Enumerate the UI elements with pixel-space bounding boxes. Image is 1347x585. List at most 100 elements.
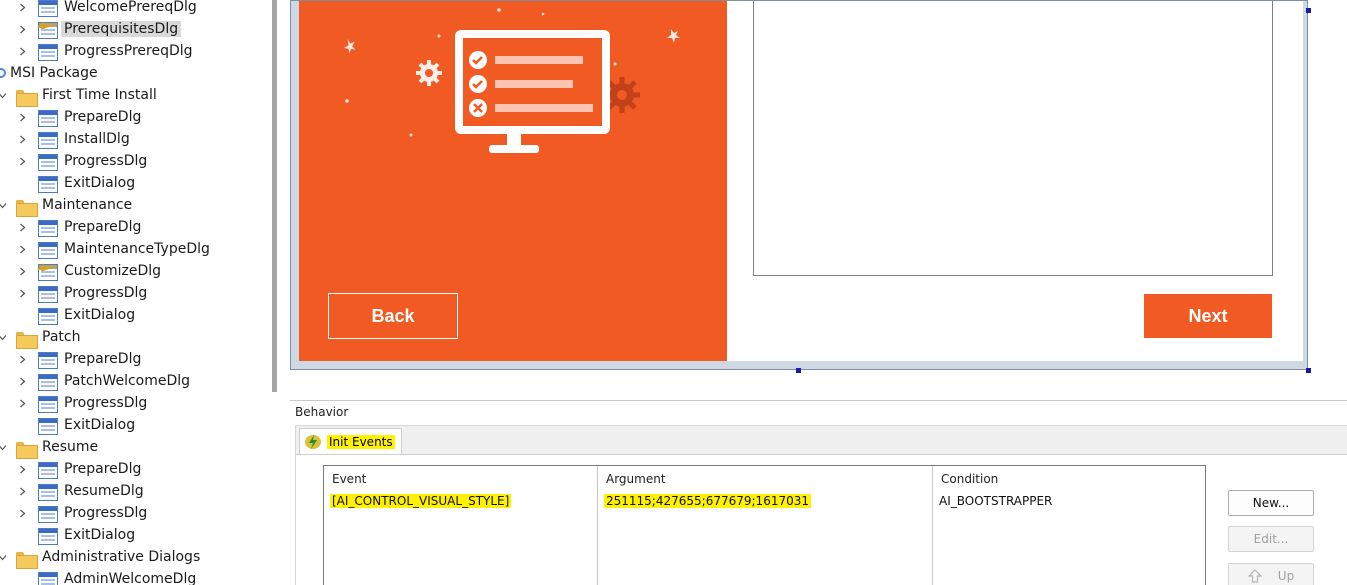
tree-item[interactable]: MSI Package bbox=[0, 62, 98, 84]
chevron-right-icon[interactable] bbox=[16, 216, 28, 238]
tree-item[interactable]: ProgressDlg bbox=[16, 150, 147, 172]
column-header-event[interactable]: Event bbox=[332, 472, 366, 486]
chevron-down-icon[interactable] bbox=[0, 84, 8, 106]
tree-item-label: AdminWelcomeDlg bbox=[64, 571, 197, 585]
dialog-icon bbox=[38, 527, 58, 545]
condition-cell[interactable]: AI_BOOTSTRAPPER bbox=[939, 494, 1052, 508]
chevron-down-icon[interactable] bbox=[0, 194, 8, 216]
tree-item[interactable]: ExitDialog bbox=[16, 172, 135, 194]
behavior-panel: Behavior Init Events Event [AI_CONTROL_V… bbox=[290, 400, 1347, 585]
chevron-right-icon[interactable] bbox=[16, 502, 28, 524]
tab-init-events[interactable]: Init Events bbox=[299, 428, 402, 454]
chevron-right-icon[interactable] bbox=[16, 238, 28, 260]
tree-item-label: ResumeDlg bbox=[64, 483, 144, 499]
tree-item[interactable]: PrepareDlg bbox=[16, 458, 141, 480]
chevron-right-icon[interactable] bbox=[16, 106, 28, 128]
dialog-icon bbox=[38, 43, 58, 61]
event-cell[interactable]: [AI_CONTROL_VISUAL_STYLE] bbox=[330, 494, 512, 508]
tree-item[interactable]: InstallDlg bbox=[16, 128, 130, 150]
tree-item[interactable]: ExitDialog bbox=[16, 304, 135, 326]
tree-item[interactable]: AdminWelcomeDlg bbox=[16, 568, 196, 585]
tree-item[interactable]: PrepareDlg bbox=[16, 106, 141, 128]
tree-scrollbar-thumb[interactable] bbox=[272, 0, 277, 392]
tree-item[interactable]: CustomizeDlg bbox=[16, 260, 161, 282]
dialog-icon bbox=[38, 461, 58, 479]
chevron-right-icon[interactable] bbox=[16, 370, 28, 392]
dialog-preview-frame: Back Next bbox=[290, 0, 1308, 370]
tree-item[interactable]: ProgressDlg bbox=[16, 282, 147, 304]
chevron-right-icon[interactable] bbox=[16, 392, 28, 414]
dialog-icon bbox=[38, 505, 58, 523]
folder-icon bbox=[16, 89, 38, 107]
tree-item-label: PrepareDlg bbox=[64, 351, 142, 367]
dialog-icon bbox=[38, 131, 58, 149]
tree-item[interactable]: MaintenanceTypeDlg bbox=[16, 238, 210, 260]
prerequisites-list-box[interactable] bbox=[753, 1, 1273, 276]
chevron-right-icon[interactable] bbox=[16, 458, 28, 480]
tree-item[interactable]: Administrative Dialogs bbox=[0, 546, 200, 569]
tree-item[interactable]: ProgressPrereqDlg bbox=[16, 40, 193, 62]
tree-item[interactable]: Maintenance bbox=[0, 194, 132, 217]
up-button[interactable]: Up bbox=[1228, 563, 1314, 585]
chevron-right-icon[interactable] bbox=[16, 260, 28, 282]
dialog-icon bbox=[38, 219, 58, 237]
back-button[interactable]: Back bbox=[328, 293, 458, 339]
tree-item-label: ExitDialog bbox=[64, 417, 136, 433]
resize-handle[interactable] bbox=[796, 368, 801, 373]
tree-item[interactable]: First Time Install bbox=[0, 84, 157, 107]
tree-item[interactable]: PrepareDlg bbox=[16, 216, 141, 238]
tree-item-label: ExitDialog bbox=[64, 527, 136, 543]
tree-item-label: PrepareDlg bbox=[64, 461, 142, 477]
up-button-label: Up bbox=[1277, 569, 1295, 583]
dialog-icon bbox=[38, 417, 58, 435]
package-icon bbox=[0, 68, 6, 78]
chevron-right-icon[interactable] bbox=[16, 150, 28, 172]
column-header-argument[interactable]: Argument bbox=[606, 472, 666, 486]
hero-banner: Back bbox=[299, 1, 727, 361]
argument-cell[interactable]: 251115;427655;677679;1617031 bbox=[604, 494, 811, 508]
tree-item[interactable]: ProgressDlg bbox=[16, 502, 147, 524]
tree-item-label: ExitDialog bbox=[64, 175, 136, 191]
tree-item[interactable]: ExitDialog bbox=[16, 414, 135, 436]
dialog-icon bbox=[38, 175, 58, 193]
dialogs-tree[interactable]: WelcomePrereqDlg PrerequisitesDlg Progress… bbox=[0, 0, 268, 585]
chevron-right-icon[interactable] bbox=[16, 282, 28, 304]
folder-icon bbox=[16, 551, 38, 569]
pane-splitter[interactable] bbox=[268, 0, 290, 585]
dialog-icon bbox=[38, 109, 58, 127]
chevron-right-icon[interactable] bbox=[16, 40, 28, 62]
dialog-icon bbox=[38, 351, 58, 369]
tree-item[interactable]: PrepareDlg bbox=[16, 348, 141, 370]
tree-item[interactable]: ProgressDlg bbox=[16, 392, 147, 414]
chevron-right-icon[interactable] bbox=[16, 0, 28, 18]
resize-handle[interactable] bbox=[1306, 8, 1311, 13]
chevron-down-icon[interactable] bbox=[0, 326, 8, 348]
edit-button[interactable]: Edit... bbox=[1228, 526, 1314, 552]
tree-item[interactable]: WelcomePrereqDlg bbox=[16, 0, 197, 18]
dialog-icon bbox=[38, 373, 58, 391]
tree-item[interactable]: PrerequisitesDlg bbox=[16, 18, 182, 40]
tree-item-label: InstallDlg bbox=[64, 131, 130, 147]
tree-item[interactable]: Patch bbox=[0, 326, 80, 349]
chevron-right-icon[interactable] bbox=[16, 18, 28, 40]
chevron-right-icon[interactable] bbox=[16, 348, 28, 370]
column-header-condition[interactable]: Condition bbox=[941, 472, 998, 486]
resize-handle[interactable] bbox=[1306, 368, 1311, 373]
chevron-right-icon[interactable] bbox=[16, 128, 28, 150]
chevron-down-icon[interactable] bbox=[0, 436, 8, 458]
tree-item[interactable]: ExitDialog bbox=[16, 524, 135, 546]
tree-item[interactable]: PatchWelcomeDlg bbox=[16, 370, 190, 392]
chevron-down-icon[interactable] bbox=[0, 546, 8, 568]
tree-item-label: PrepareDlg bbox=[64, 219, 142, 235]
tree-item-label: MaintenanceTypeDlg bbox=[64, 241, 210, 257]
chevron-right-icon[interactable] bbox=[16, 480, 28, 502]
events-table[interactable]: Event [AI_CONTROL_VISUAL_STYLE] Argument… bbox=[323, 465, 1206, 585]
tree-item[interactable]: Resume bbox=[0, 436, 98, 459]
new-button[interactable]: New... bbox=[1228, 490, 1314, 516]
tree-item-label: ProgressDlg bbox=[64, 505, 148, 521]
dialog-preview: Back Next bbox=[299, 1, 1303, 361]
tree-item[interactable]: ResumeDlg bbox=[16, 480, 144, 502]
next-button[interactable]: Next bbox=[1144, 294, 1272, 338]
